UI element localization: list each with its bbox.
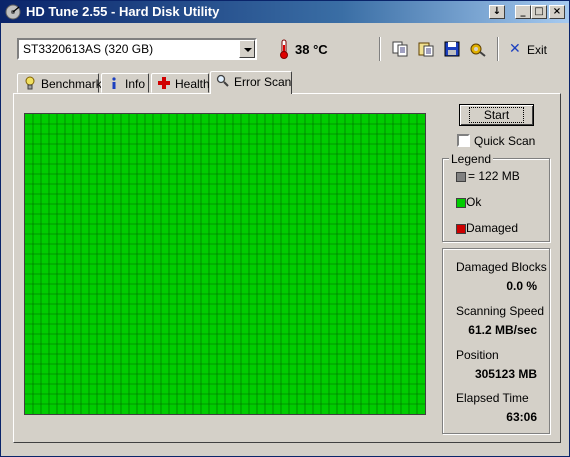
window-title: HD Tune 2.55 - Hard Disk Utility <box>26 4 220 19</box>
legend-block-size: = 122 MB <box>468 169 520 183</box>
elapsed-time-value: 63:06 <box>506 410 537 424</box>
elapsed-time-label: Elapsed Time <box>456 391 529 405</box>
health-icon <box>158 77 170 89</box>
app-window: HD Tune 2.55 - Hard Disk Utility ↓ _ □ ×… <box>0 0 570 457</box>
tab-health[interactable]: Health <box>151 73 210 93</box>
drive-select-value: ST3320613AS (320 GB) <box>23 42 154 56</box>
damaged-blocks-label: Damaged Blocks <box>456 260 547 274</box>
position-value: 305123 MB <box>474 367 537 381</box>
thermometer-icon <box>280 39 288 59</box>
position-label: Position <box>456 348 499 362</box>
copy-icon[interactable] <box>391 40 409 58</box>
exit-button[interactable]: ✕ Exit <box>509 41 549 59</box>
tab-label: Info <box>125 77 146 91</box>
scanning-speed-label: Scanning Speed <box>456 304 545 318</box>
copy-info-icon[interactable] <box>417 40 435 58</box>
quick-scan-checkbox[interactable] <box>457 134 470 147</box>
exit-label: Exit <box>527 43 548 57</box>
quick-scan-label[interactable]: Quick Scan <box>474 134 535 148</box>
save-icon[interactable] <box>443 40 461 58</box>
exit-icon: ✕ <box>509 41 521 57</box>
close-button[interactable]: × <box>549 5 565 19</box>
legend-title: Legend <box>449 152 494 166</box>
toolbar-separator <box>497 37 499 61</box>
drive-select[interactable]: ST3320613AS (320 GB) <box>17 38 257 60</box>
ok-swatch <box>456 198 466 208</box>
tab-label: Benchmark <box>41 77 102 91</box>
start-button-label: Start <box>468 107 525 123</box>
maximize-button[interactable]: □ <box>531 5 547 19</box>
scanning-speed-value: 61.2 MB/sec <box>468 323 537 337</box>
legend-ok: Ok <box>466 195 482 209</box>
damaged-swatch <box>456 224 466 234</box>
options-icon[interactable] <box>469 40 487 58</box>
magnifier-icon <box>216 74 229 87</box>
tab-benchmark[interactable]: Benchmark <box>17 73 102 93</box>
title-bar[interactable]: HD Tune 2.55 - Hard Disk Utility ↓ _ □ × <box>1 1 569 23</box>
chevron-down-icon[interactable] <box>239 40 255 58</box>
toolbar-separator <box>379 37 381 61</box>
scan-block-grid <box>24 113 426 415</box>
tab-label: Health <box>175 77 210 91</box>
tab-info[interactable]: Info <box>101 73 149 93</box>
start-button[interactable]: Start <box>459 104 534 126</box>
tab-label: Error Scan <box>234 75 292 89</box>
disk-icon <box>5 4 21 20</box>
minimize-button[interactable]: _ <box>515 5 531 19</box>
block-size-swatch <box>456 172 466 182</box>
tab-error-scan[interactable]: Error Scan <box>210 71 292 94</box>
legend-damaged: Damaged <box>466 221 519 235</box>
stats-group <box>442 248 550 434</box>
dropdown-button[interactable]: ↓ <box>489 5 505 19</box>
temperature-readout: 38 °C <box>295 42 328 57</box>
damaged-blocks-value: 0.0 % <box>506 279 537 293</box>
info-icon <box>112 77 116 89</box>
benchmark-icon <box>25 76 35 90</box>
